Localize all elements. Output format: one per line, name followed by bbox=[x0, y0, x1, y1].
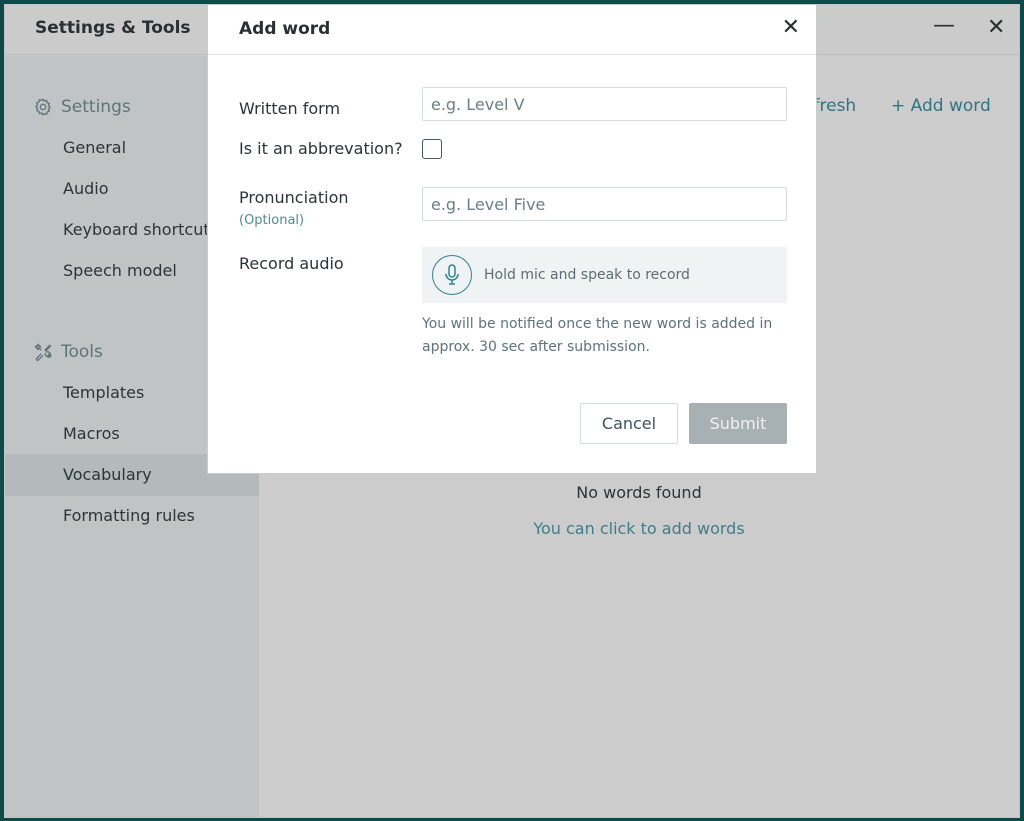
microphone-icon bbox=[445, 264, 459, 285]
abbreviation-label: Is it an abbrevation? bbox=[239, 139, 403, 158]
empty-state-hint[interactable]: You can click to add words bbox=[259, 519, 1019, 538]
dialog-close-button[interactable]: ✕ bbox=[782, 15, 800, 40]
abbreviation-checkbox[interactable] bbox=[422, 139, 442, 159]
minimize-button[interactable]: — bbox=[933, 13, 955, 38]
pronunciation-label: Pronunciation bbox=[239, 188, 349, 207]
tools-icon bbox=[34, 343, 52, 362]
submit-button[interactable]: Submit bbox=[689, 403, 787, 444]
record-audio-area[interactable]: Hold mic and speak to record bbox=[422, 247, 787, 303]
record-audio-label: Record audio bbox=[239, 254, 344, 273]
dialog-header: Add word ✕ bbox=[208, 5, 816, 55]
add-word-button[interactable]: + Add word bbox=[891, 96, 991, 116]
written-form-label: Written form bbox=[239, 99, 341, 118]
window-close-button[interactable]: ✕ bbox=[987, 15, 1005, 40]
sidebar-section-settings: Settings bbox=[33, 97, 131, 117]
written-form-input[interactable] bbox=[422, 87, 787, 121]
submission-note: You will be notified once the new word i… bbox=[422, 316, 773, 355]
optional-hint: (Optional) bbox=[239, 213, 305, 228]
window-title: Settings & Tools bbox=[35, 18, 191, 38]
record-hint: Hold mic and speak to record bbox=[484, 267, 690, 283]
sidebar-item-formatting-rules[interactable]: Formatting rules bbox=[5, 495, 259, 537]
empty-state-title: No words found bbox=[576, 483, 702, 502]
sidebar-section-tools: Tools bbox=[33, 342, 103, 362]
sidebar-section-label: Settings bbox=[61, 97, 131, 117]
dialog-title: Add word bbox=[239, 19, 331, 39]
pronunciation-input[interactable] bbox=[422, 187, 787, 221]
sidebar-section-label: Tools bbox=[61, 342, 103, 362]
gear-icon bbox=[34, 98, 52, 116]
add-word-dialog: Add word ✕ Written form Is it an abbreva… bbox=[207, 4, 817, 474]
mic-button[interactable] bbox=[432, 255, 472, 295]
cancel-button[interactable]: Cancel bbox=[580, 403, 678, 444]
